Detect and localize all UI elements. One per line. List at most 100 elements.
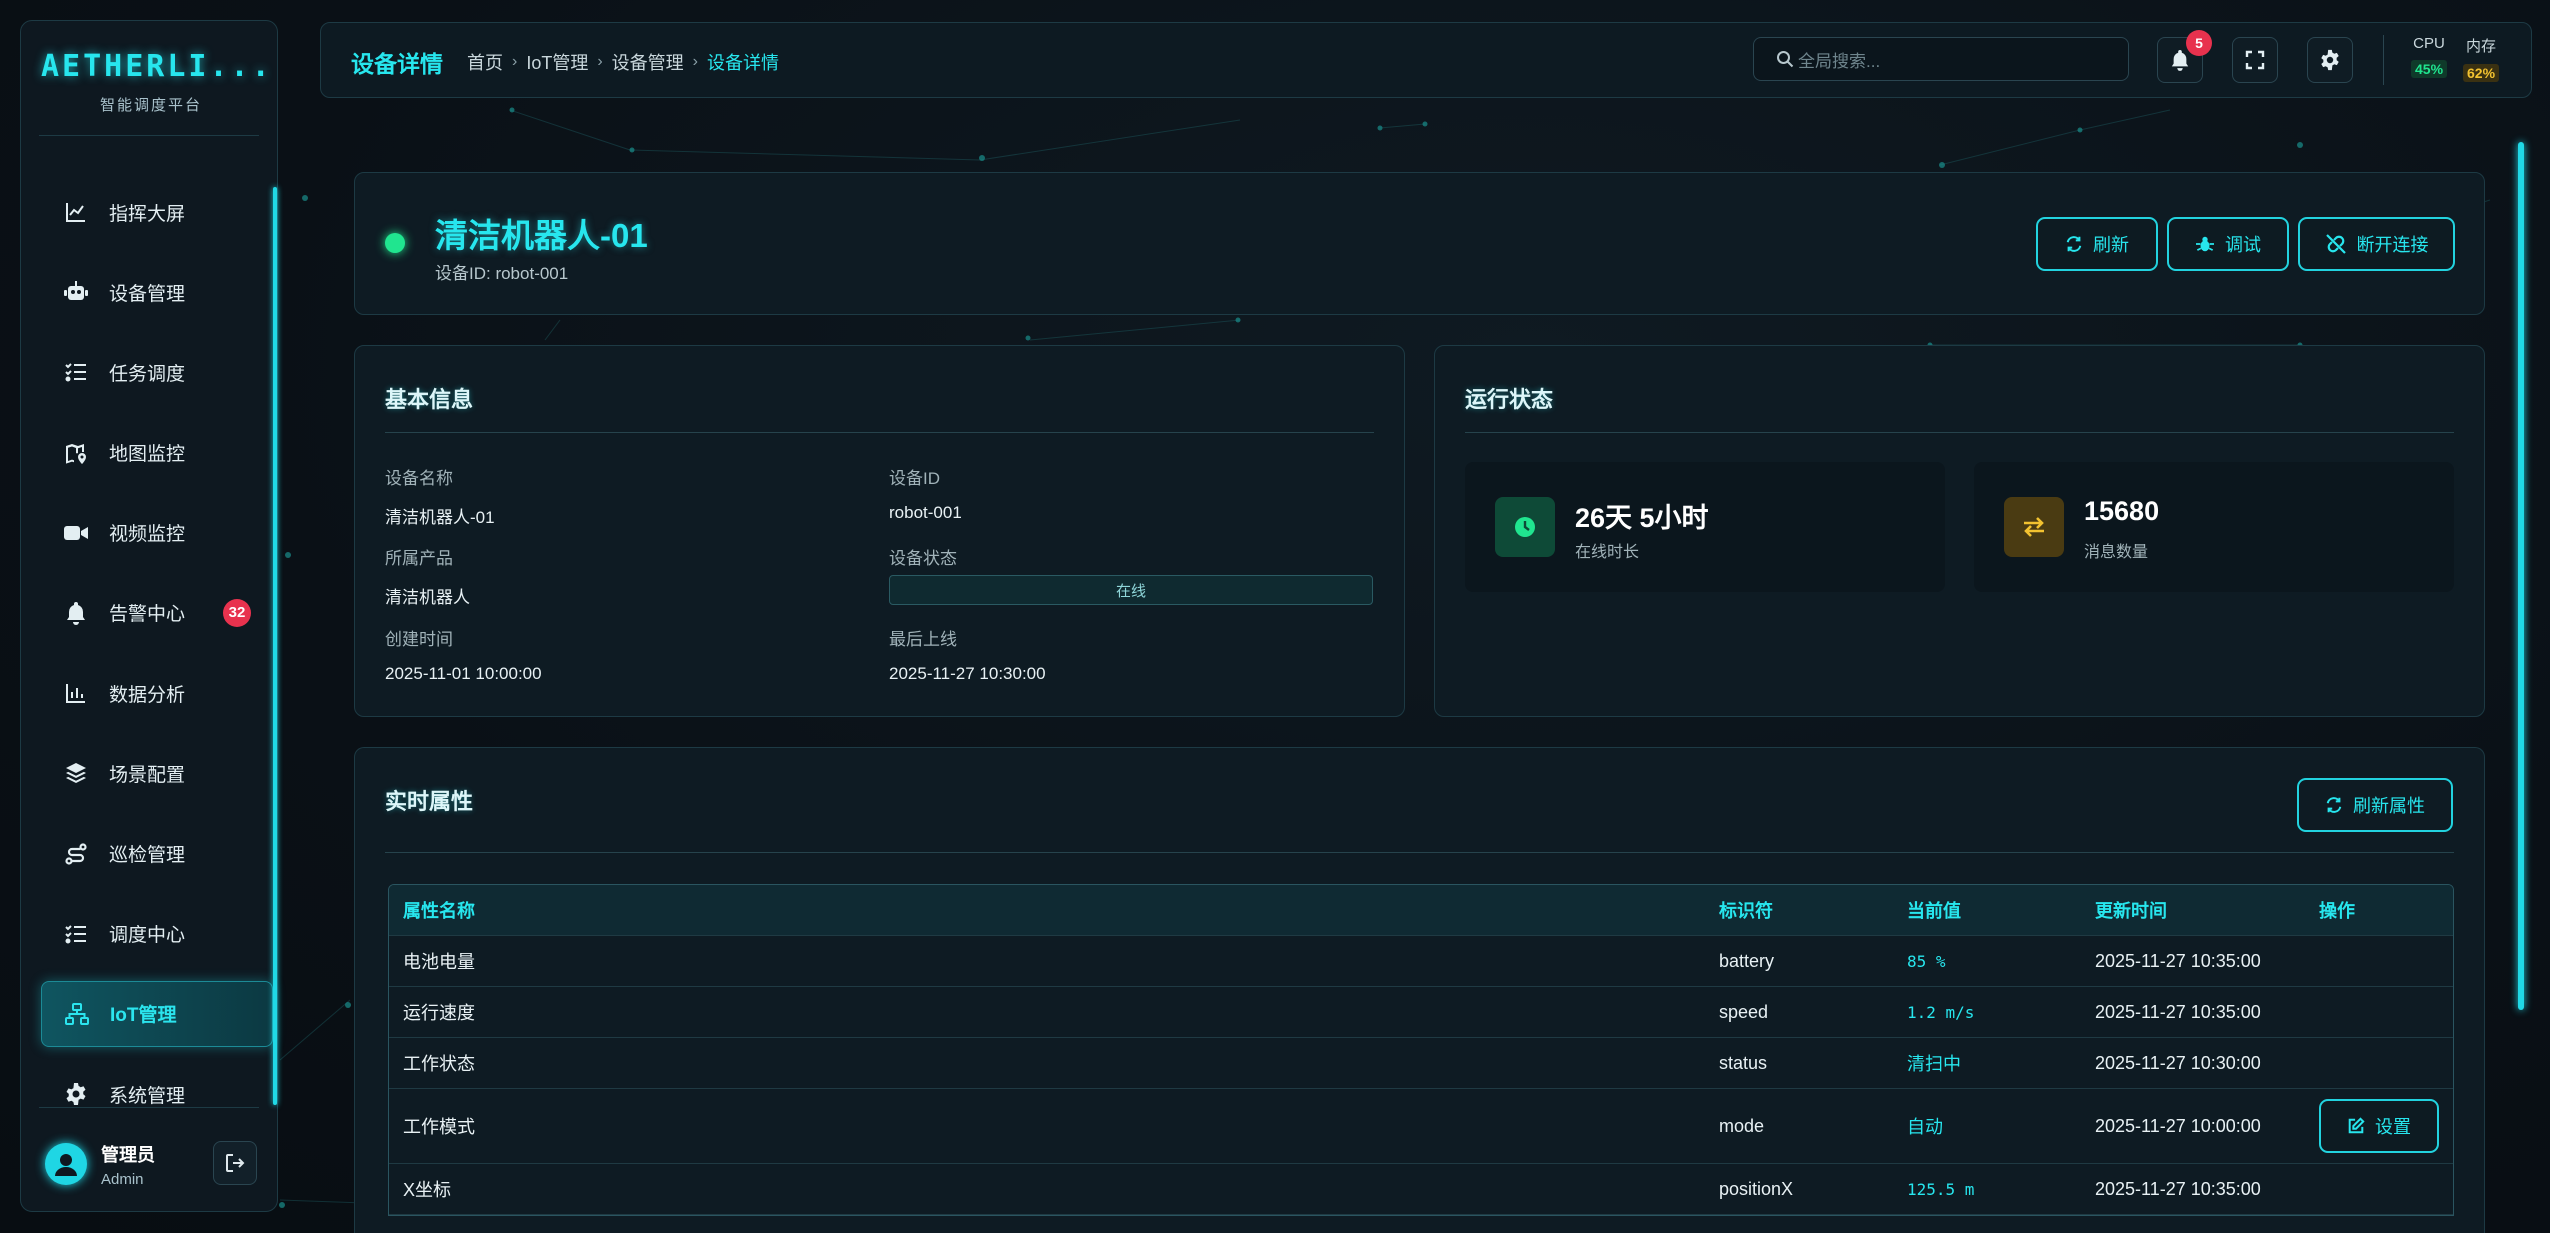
property-time: 2025-11-27 10:35:00 (2095, 1178, 2261, 1199)
sidebar-item-iot[interactable]: IoT管理 (41, 980, 273, 1047)
disconnect-label: 断开连接 (2356, 235, 2429, 255)
sidebar-item-label: 调度中心 (109, 925, 186, 947)
table-header: 属性名称 标识符 当前值 更新时间 操作 (389, 885, 2453, 936)
property-name: 电池电量 (403, 952, 475, 972)
property-time: 2025-11-27 10:35:00 (2095, 1001, 2261, 1022)
bell-icon (2171, 50, 2189, 71)
cpu-value: 45% (2411, 60, 2448, 78)
logo-subtitle: 智能调度平台 (99, 97, 202, 114)
video-camera-icon (63, 520, 89, 546)
sidebar-scrollbar[interactable] (273, 187, 277, 1105)
sidebar-nav: 指挥大屏 设备管理 任务调度 地图监控 视频监控 告警中心 32 数据分析 场景… (41, 179, 273, 1141)
cpu-label: CPU (2413, 35, 2445, 52)
metric-label: 在线时长 (1575, 544, 1640, 561)
column-header[interactable]: 更新时间 (2095, 885, 2167, 935)
refresh-button[interactable]: 刷新 (2036, 217, 2158, 271)
column-header[interactable]: 标识符 (1719, 885, 1773, 935)
field-label: 所属产品 (385, 549, 453, 568)
status-badge: 在线 (889, 575, 1373, 605)
property-value: 125.5 m (1907, 1179, 1975, 1199)
exchange-icon (2004, 497, 2064, 557)
sidebar-item-analytics[interactable]: 数据分析 (41, 660, 273, 726)
property-value: 85 % (1907, 951, 1946, 971)
notification-button[interactable]: 5 (2157, 30, 2212, 83)
refresh-icon (2326, 797, 2342, 813)
fullscreen-button[interactable] (2232, 37, 2278, 83)
online-duration-metric: 26天 5小时 在线时长 (1465, 462, 1945, 592)
device-id: 设备ID: robot-001 (435, 264, 569, 283)
clock-icon (1495, 497, 1555, 557)
robot-icon (63, 279, 89, 305)
table-row[interactable]: X坐标 positionX 125.5 m 2025-11-27 10:35:0… (389, 1164, 2453, 1215)
debug-button[interactable]: 调试 (2167, 217, 2289, 271)
gear-icon (2321, 49, 2339, 71)
logout-icon (226, 1154, 245, 1172)
realtime-properties-card: 实时属性 刷新属性 属性名称 标识符 当前值 更新时间 操作 电池电量 batt… (354, 747, 2485, 1233)
sidebar-item-alerts[interactable]: 告警中心 32 (41, 580, 273, 646)
sidebar-item-video[interactable]: 视频监控 (41, 500, 273, 566)
search-input[interactable]: 全局搜索... (1753, 37, 2129, 81)
sidebar-item-scenes[interactable]: 场景配置 (41, 740, 273, 806)
sidebar-item-devices[interactable]: 设备管理 (41, 259, 273, 325)
sidebar-item-label: 巡检管理 (109, 845, 186, 866)
sidebar-item-label: 数据分析 (109, 684, 186, 706)
column-header[interactable]: 当前值 (1907, 885, 1961, 935)
column-header[interactable]: 属性名称 (403, 885, 475, 935)
debug-label: 调试 (2225, 235, 2261, 255)
avatar[interactable] (45, 1143, 87, 1185)
edit-icon (2348, 1117, 2365, 1134)
sidebar-item-map[interactable]: 地图监控 (41, 420, 273, 486)
property-name: 工作模式 (403, 1117, 475, 1137)
sidebar-item-dispatch[interactable]: 调度中心 (41, 901, 273, 967)
table-row[interactable]: 工作模式 mode 自动 2025-11-27 10:00:00 设置 ... (389, 1089, 2453, 1164)
run-status-card: 运行状态 26天 5小时 在线时长 15680 消息数量 (1434, 345, 2485, 717)
metric-value: 15680 (2084, 496, 2160, 526)
search-placeholder: 全局搜索... (1798, 51, 1881, 71)
property-time: 2025-11-27 10:00:00 (2095, 1115, 2261, 1136)
divider (39, 135, 259, 136)
bell-icon (63, 600, 89, 626)
property-name: 工作状态 (403, 1054, 475, 1074)
disconnect-button[interactable]: 断开连接 (2298, 217, 2455, 271)
sidebar-item-tasks[interactable]: 任务调度 (41, 339, 273, 405)
breadcrumb-current: 设备详情 (707, 53, 779, 73)
field-label: 最后上线 (889, 630, 957, 649)
sidebar-item-label: 设备管理 (109, 283, 186, 305)
logo[interactable]: AETHERLI... 智能调度平台 (41, 49, 273, 115)
user-icon (55, 1154, 77, 1176)
breadcrumb-devices[interactable]: 设备管理 (612, 49, 684, 75)
field-label: 创建时间 (385, 630, 453, 649)
chevron-right-icon: › (692, 53, 698, 70)
table-row[interactable]: 工作状态 status 清扫中 2025-11-27 10:30:00 (389, 1038, 2453, 1089)
field-label: 设备状态 (889, 549, 957, 568)
set-mode-button[interactable]: 设置 (2319, 1099, 2439, 1153)
sidebar-item-system[interactable]: 系统管理 (41, 1061, 273, 1127)
field-device-name: 设备名称 清洁机器人-01 (385, 464, 495, 528)
field-status: 设备状态 (889, 544, 957, 569)
network-icon (64, 1001, 90, 1027)
table-row[interactable]: 运行速度 speed 1.2 m/s 2025-11-27 10:35:00 (389, 987, 2453, 1038)
breadcrumb-iot[interactable]: IoT管理 (526, 49, 588, 75)
breadcrumb-home[interactable]: 首页 (467, 49, 503, 75)
properties-table: 属性名称 标识符 当前值 更新时间 操作 电池电量 battery 85 % 2… (388, 884, 2454, 1216)
sidebar-item-inspection[interactable]: 巡检管理 (41, 821, 273, 887)
property-identifier: status (1719, 1052, 1768, 1073)
online-status-dot (385, 233, 405, 253)
property-value: 自动 (1907, 1117, 1943, 1137)
logo-text: AETHERLI... (41, 49, 273, 84)
refresh-properties-label: 刷新属性 (2353, 796, 2425, 816)
settings-button[interactable] (2307, 37, 2353, 83)
table-row[interactable]: 电池电量 battery 85 % 2025-11-27 10:35:00 (389, 936, 2453, 987)
bug-icon (2196, 236, 2214, 252)
sidebar-item-dashboard[interactable]: 指挥大屏 (41, 179, 273, 245)
divider (39, 1107, 259, 1108)
memory-label: 内存 (2466, 38, 2497, 55)
device-name: 清洁机器人-01 (435, 217, 648, 254)
column-header: 操作 (2319, 901, 2355, 921)
memory-value: 62% (2463, 64, 2500, 82)
sidebar-item-label: 地图监控 (109, 444, 186, 466)
property-identifier: speed (1719, 1001, 1769, 1022)
logout-button[interactable] (213, 1141, 257, 1185)
refresh-properties-button[interactable]: 刷新属性 (2297, 778, 2453, 832)
main-scrollbar[interactable] (2518, 142, 2524, 1010)
